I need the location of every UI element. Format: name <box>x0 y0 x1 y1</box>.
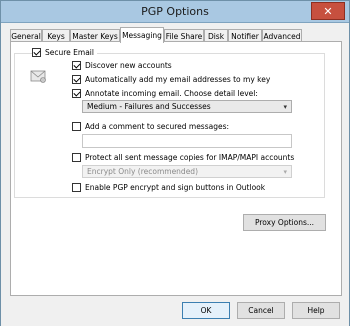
comment-input[interactable] <box>82 134 292 148</box>
auto-add-addresses-label: Automatically add my email addresses to … <box>85 75 271 84</box>
add-comment-checkbox[interactable]: Add a comment to secured messages: <box>72 122 229 131</box>
detail-level-select[interactable]: Medium - Failures and Successes ▾ <box>82 100 292 113</box>
proxy-options-button[interactable]: Proxy Options... <box>243 214 326 231</box>
chevron-down-icon: ▾ <box>283 168 287 176</box>
ok-button[interactable]: OK <box>182 302 230 319</box>
help-button[interactable]: Help <box>292 302 340 319</box>
discover-accounts-check[interactable] <box>72 61 81 70</box>
window-title: PGP Options <box>141 5 209 18</box>
protect-copies-checkbox[interactable]: Protect all sent message copies for IMAP… <box>72 153 294 162</box>
chevron-down-icon: ▾ <box>283 103 287 111</box>
add-comment-check[interactable] <box>72 122 81 131</box>
discover-accounts-checkbox[interactable]: Discover new accounts <box>72 61 172 70</box>
auto-add-addresses-check[interactable] <box>72 75 81 84</box>
add-comment-label: Add a comment to secured messages: <box>85 122 230 131</box>
annotate-email-label: Annotate incoming email. Choose detail l… <box>85 89 258 98</box>
enable-outlook-buttons-checkbox[interactable]: Enable PGP encrypt and sign buttons in O… <box>72 183 265 192</box>
tab-messaging[interactable]: Messaging <box>120 27 164 43</box>
enable-outlook-buttons-label: Enable PGP encrypt and sign buttons in O… <box>85 183 266 192</box>
detail-level-value: Medium - Failures and Successes <box>87 102 211 111</box>
discover-accounts-label: Discover new accounts <box>85 61 172 70</box>
auto-add-addresses-checkbox[interactable]: Automatically add my email addresses to … <box>72 75 270 84</box>
enable-outlook-buttons-check[interactable] <box>72 183 81 192</box>
encrypt-mode-value: Encrypt Only (recommended) <box>87 167 198 176</box>
protect-copies-check[interactable] <box>72 153 81 162</box>
close-button[interactable]: ✕ <box>311 2 345 20</box>
cancel-button[interactable]: Cancel <box>237 302 285 319</box>
secure-email-check[interactable] <box>32 48 41 57</box>
annotate-email-checkbox[interactable]: Annotate incoming email. Choose detail l… <box>72 89 258 98</box>
envelope-lock-icon <box>30 70 46 83</box>
secure-email-checkbox[interactable]: Secure Email <box>32 48 97 57</box>
title-bar[interactable]: PGP Options ✕ <box>1 1 349 23</box>
pgp-options-window: PGP Options ✕ General Keys Master Keys M… <box>0 0 350 326</box>
secure-email-label: Secure Email <box>45 48 94 57</box>
encrypt-mode-select[interactable]: Encrypt Only (recommended) ▾ <box>82 165 292 178</box>
annotate-email-check[interactable] <box>72 89 81 98</box>
protect-copies-label: Protect all sent message copies for IMAP… <box>85 153 295 162</box>
